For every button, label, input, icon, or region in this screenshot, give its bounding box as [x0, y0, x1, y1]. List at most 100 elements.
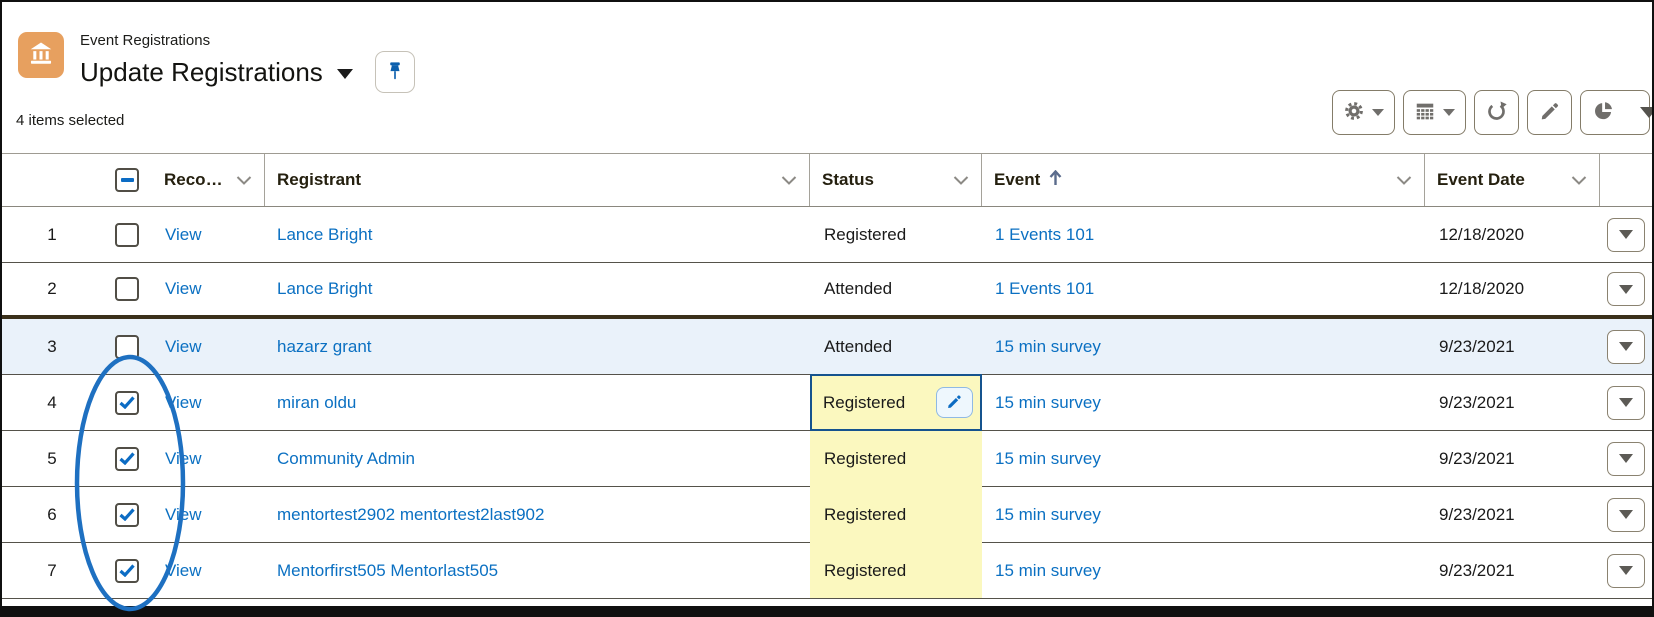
column-header-status[interactable]: Status	[810, 154, 982, 206]
row-checkbox[interactable]	[102, 207, 152, 263]
chevron-down-icon[interactable]	[1571, 170, 1587, 190]
page-title-block: Event Registrations Update Registrations	[80, 32, 415, 93]
triangle-down-icon	[1619, 342, 1633, 351]
triangle-down-icon	[1619, 398, 1633, 407]
event-link[interactable]: 15 min survey	[995, 505, 1101, 525]
list-view-title: Update Registrations	[80, 56, 323, 88]
status-cell[interactable]: Registered	[810, 543, 982, 599]
view-link[interactable]: View	[165, 279, 202, 299]
inline-edit-button[interactable]	[936, 387, 973, 418]
event-link[interactable]: 15 min survey	[995, 561, 1101, 581]
column-header-record[interactable]: Reco…	[152, 154, 265, 206]
view-link[interactable]: View	[165, 393, 202, 413]
table-row: 2 View Lance Bright Attended 1 Events 10…	[2, 263, 1652, 319]
view-link[interactable]: View	[165, 337, 202, 357]
registrations-table: Reco… Registrant Status Event	[2, 153, 1652, 599]
select-all-checkbox[interactable]	[102, 154, 152, 206]
pin-icon	[384, 59, 406, 86]
registrant-link[interactable]: Lance Bright	[277, 279, 372, 299]
view-link[interactable]: View	[165, 505, 202, 525]
row-number: 6	[2, 487, 102, 543]
view-link[interactable]: View	[165, 225, 202, 245]
row-checkbox-checked[interactable]	[102, 431, 152, 487]
pin-list-view-button[interactable]	[375, 51, 415, 93]
status-cell-editing[interactable]: Registered	[810, 375, 982, 431]
chevron-down-icon[interactable]	[781, 170, 797, 190]
table-row: 6 View mentortest2902 mentortest2last902…	[2, 487, 1652, 543]
registrant-link[interactable]: hazarz grant	[277, 337, 372, 357]
salesforce-list-view-window: Event Registrations Update Registrations…	[0, 0, 1654, 617]
charts-dropdown-button[interactable]	[1640, 91, 1654, 134]
status-value: Registered	[823, 393, 905, 413]
row-actions-button[interactable]	[1607, 554, 1645, 588]
event-date-cell: 9/23/2021	[1425, 431, 1600, 487]
event-link[interactable]: 1 Events 101	[995, 279, 1094, 299]
chevron-down-icon[interactable]	[236, 170, 252, 190]
pie-chart-icon	[1592, 99, 1615, 127]
table-row: 7 View Mentorfirst505 Mentorlast505 Regi…	[2, 543, 1652, 599]
row-actions-button[interactable]	[1607, 386, 1645, 420]
row-checkbox[interactable]	[102, 263, 152, 319]
actions-column-header	[1600, 154, 1652, 206]
column-header-registrant[interactable]: Registrant	[265, 154, 810, 206]
status-cell[interactable]: Registered	[810, 431, 982, 487]
registrant-link[interactable]: Mentorfirst505 Mentorlast505	[277, 561, 498, 581]
status-cell[interactable]: Attended	[810, 263, 982, 319]
refresh-button[interactable]	[1474, 90, 1519, 135]
event-date-cell: 9/23/2021	[1425, 543, 1600, 599]
column-header-event-date[interactable]: Event Date	[1425, 154, 1600, 206]
event-date-cell: 9/23/2021	[1425, 487, 1600, 543]
row-checkbox-checked[interactable]	[102, 543, 152, 599]
registrant-link[interactable]: Community Admin	[277, 449, 415, 469]
event-link[interactable]: 15 min survey	[995, 449, 1101, 469]
edit-list-button[interactable]	[1527, 90, 1572, 135]
object-label: Event Registrations	[80, 32, 415, 50]
list-view-controls-button[interactable]	[1332, 90, 1395, 135]
row-actions-button[interactable]	[1607, 330, 1645, 364]
event-date-cell: 12/18/2020	[1425, 263, 1600, 319]
event-link[interactable]: 15 min survey	[995, 337, 1101, 357]
row-number: 7	[2, 543, 102, 599]
registrant-link[interactable]: Lance Bright	[277, 225, 372, 245]
row-actions-button[interactable]	[1607, 272, 1645, 306]
status-cell[interactable]: Attended	[810, 319, 982, 375]
event-date-cell: 12/18/2020	[1425, 207, 1600, 263]
bank-icon	[27, 39, 55, 72]
registrant-link[interactable]: miran oldu	[277, 393, 356, 413]
status-cell[interactable]: Registered	[810, 207, 982, 263]
triangle-down-icon	[1619, 230, 1633, 239]
items-selected-count: 4 items selected	[16, 112, 124, 129]
column-header-event[interactable]: Event	[982, 154, 1425, 206]
row-checkbox[interactable]	[102, 319, 152, 375]
row-actions-button[interactable]	[1607, 218, 1645, 252]
row-checkbox-checked[interactable]	[102, 375, 152, 431]
table-row: 1 View Lance Bright Registered 1 Events …	[2, 207, 1652, 263]
registrant-link[interactable]: mentortest2902 mentortest2last902	[277, 505, 544, 525]
triangle-down-icon	[1619, 510, 1633, 519]
event-link[interactable]: 1 Events 101	[995, 225, 1094, 245]
charts-button-group	[1580, 90, 1650, 135]
triangle-down-icon	[1640, 107, 1654, 118]
row-actions-button[interactable]	[1607, 442, 1645, 476]
view-link[interactable]: View	[165, 561, 202, 581]
view-link[interactable]: View	[165, 449, 202, 469]
display-as-button[interactable]	[1403, 90, 1466, 135]
row-checkbox-checked[interactable]	[102, 487, 152, 543]
triangle-down-icon	[1619, 285, 1633, 294]
event-date-cell: 9/23/2021	[1425, 319, 1600, 375]
chevron-down-icon[interactable]	[1396, 170, 1412, 190]
indeterminate-minus-icon	[121, 178, 134, 182]
chevron-down-icon	[1443, 109, 1455, 116]
event-link[interactable]: 15 min survey	[995, 393, 1101, 413]
event-registrations-app-icon	[18, 32, 64, 78]
status-cell[interactable]: Registered	[810, 487, 982, 543]
row-number-header	[2, 154, 102, 206]
view-selector-caret-down-icon[interactable]	[337, 69, 353, 79]
gear-icon	[1343, 100, 1365, 125]
event-date-cell: 9/23/2021	[1425, 375, 1600, 431]
table-row: 5 View Community Admin Registered 15 min…	[2, 431, 1652, 487]
pencil-icon	[946, 393, 963, 413]
charts-button[interactable]	[1581, 91, 1626, 134]
chevron-down-icon[interactable]	[953, 170, 969, 190]
row-actions-button[interactable]	[1607, 498, 1645, 532]
